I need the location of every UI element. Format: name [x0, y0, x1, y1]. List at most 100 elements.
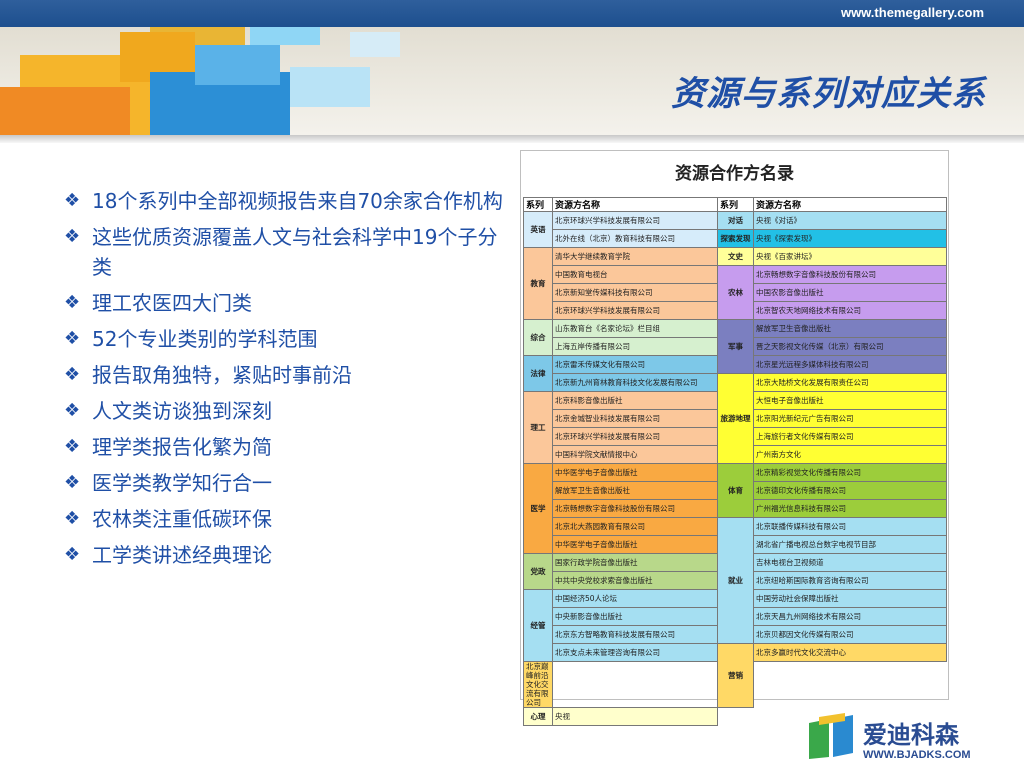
partner-name-cell: 广州南方文化	[753, 445, 947, 464]
top-bar: www.themegallery.com	[0, 0, 1024, 27]
partner-name-cell: 北京智农天地网络技术有限公司	[753, 301, 947, 320]
partner-name-cell: 北京新知堂传媒科技有限公司	[552, 283, 718, 302]
partner-name-cell: 解放军卫生音像出版社	[552, 481, 718, 500]
table-row: 北京支点未来管理咨询有限公司 营销 北京多赢时代文化交流中心	[524, 643, 947, 708]
diamond-bullet-icon: ❖	[64, 400, 81, 421]
series-cell: 英语	[523, 211, 553, 248]
series-cell: 对话	[717, 211, 754, 230]
bullet-item: ❖ 这些优质资源覆盖人文与社会科学中19个子分类	[64, 222, 504, 282]
series-cell: 探索发现	[717, 229, 754, 248]
partner-name-cell: 中共中央党校求索音像出版社	[552, 571, 718, 590]
partner-name-cell: 北京环球兴学科技发展有限公司	[552, 301, 718, 320]
table-row: 北京新九州育林教育科技文化发展有限公司 旅游地理 北京大陆桥文化发展有限责任公司	[524, 373, 947, 464]
partner-name-cell: 央视《探索发现》	[753, 229, 947, 248]
partner-name-cell: 北京环球兴学科技发展有限公司	[552, 427, 718, 446]
series-cell: 农林	[717, 265, 754, 320]
partner-name-cell: 中华医学电子音像出版社	[552, 463, 718, 482]
bullet-text: 报告取角独特，紧贴时事前沿	[92, 363, 352, 387]
series-cell: 综合	[523, 319, 553, 356]
diamond-bullet-icon: ❖	[64, 472, 81, 493]
bullet-item: ❖ 52个专业类别的学科范围	[64, 324, 504, 354]
bullet-text: 52个专业类别的学科范围	[92, 327, 318, 351]
bullet-text: 人文类访谈独到深刻	[92, 399, 272, 423]
bullet-text: 这些优质资源覆盖人文与社会科学中19个子分类	[92, 225, 498, 279]
partner-table: 系列 资源方名称 系列 资源方名称 英语 北京环球兴学科技发展有限公司 对话 央视《对…	[523, 197, 947, 726]
col-header-series-left: 系列	[523, 197, 553, 212]
series-cell: 经管	[523, 589, 553, 662]
partner-name-cell: 中华医学电子音像出版社	[552, 535, 718, 554]
company-logo: 爱迪科森 WWW.BJADKS.COM	[805, 707, 990, 767]
partner-name-cell: 北京支点未来管理咨询有限公司	[552, 643, 718, 662]
series-cell: 心理	[523, 707, 553, 726]
partner-name-cell: 北京德印文化传播有限公司	[753, 481, 947, 500]
bullet-item: ❖ 农林类注重低碳环保	[64, 504, 504, 534]
partner-name-cell: 中国科学院文献情报中心	[552, 445, 718, 464]
table-header-row: 系列 资源方名称 系列 资源方名称	[523, 197, 947, 212]
partner-name-cell: 中国经济50人论坛	[552, 589, 718, 608]
partner-name-cell: 北京精彩视觉文化传播有限公司	[753, 463, 947, 482]
partner-name-cell: 大恒电子音像出版社	[753, 391, 947, 410]
partner-name-cell: 北京贝都因文化传媒有限公司	[753, 625, 947, 644]
partner-name-cell: 上海五岸传播有限公司	[552, 337, 718, 356]
partner-name-cell: 北京多赢时代文化交流中心	[753, 643, 947, 662]
diamond-bullet-icon: ❖	[64, 364, 81, 385]
book-logo-icon	[809, 713, 853, 759]
table-title: 资源合作方名录	[675, 164, 794, 184]
table-row: 教育 清华大学继续教育学院 文史 央视《百家讲坛》	[523, 247, 947, 320]
diamond-bullet-icon: ❖	[64, 508, 81, 529]
series-cell: 文史	[717, 247, 754, 266]
site-url: www.themegallery.com	[840, 5, 984, 20]
series-cell: 营销	[717, 643, 754, 708]
partner-name-cell: 北京畅想数字音像科技股份有限公司	[552, 499, 718, 518]
partner-name-cell: 山东教育台《名家论坛》栏目组	[552, 319, 718, 338]
bullet-item: ❖ 18个系列中全部视频报告来自70余家合作机构	[64, 186, 504, 216]
partner-name-cell: 晋之天影视文化传媒（北京）有限公司	[753, 337, 947, 356]
partner-name-cell: 吉林电视台卫视频道	[753, 553, 947, 572]
partner-name-cell: 清华大学继续教育学院	[552, 247, 718, 266]
partner-name-cell: 北京科影音像出版社	[552, 391, 718, 410]
partner-name-cell: 解放军卫生音像出版社	[753, 319, 947, 338]
bullet-text: 工学类讲述经典理论	[92, 543, 272, 567]
bullet-text: 理工农医四大门类	[92, 291, 252, 315]
partner-name-cell: 中国教育电视台	[552, 265, 718, 284]
table-row: 综合 山东教育台《名家论坛》栏目组 军事 解放军卫生音像出版社	[523, 319, 947, 374]
bullet-text: 18个系列中全部视频报告来自70余家合作机构	[92, 189, 503, 213]
diamond-bullet-icon: ❖	[64, 328, 81, 349]
series-cell: 就业	[717, 517, 754, 644]
partner-name-cell: 北京星光远程多媒体科技有限公司	[753, 355, 947, 374]
partner-name-cell: 北京雷禾传媒文化有限公司	[552, 355, 718, 374]
partner-name-cell: 北京北大燕园教育有限公司	[552, 517, 718, 536]
diamond-bullet-icon: ❖	[64, 544, 81, 565]
bullet-item: ❖ 报告取角独特，紧贴时事前沿	[64, 360, 504, 390]
table-row: 英语 北京环球兴学科技发展有限公司 对话 央视《对话》	[523, 211, 947, 248]
partner-name-cell: 上海旅行者文化传媒有限公司	[753, 427, 947, 446]
series-cell: 党政	[523, 553, 553, 590]
slide-title: 资源与系列对应关系	[671, 74, 986, 114]
col-header-name-right: 资源方名称	[753, 197, 947, 212]
logo-url: WWW.BJADKS.COM	[863, 749, 971, 761]
diamond-bullet-icon: ❖	[64, 292, 81, 313]
series-cell: 体育	[717, 463, 754, 518]
partner-name-cell: 北京新九州育林教育科技文化发展有限公司	[552, 373, 718, 392]
partner-name-cell: 北京大陆桥文化发展有限责任公司	[753, 373, 947, 392]
bullet-list: ❖ 18个系列中全部视频报告来自70余家合作机构 ❖ 这些优质资源覆盖人文与社会科学中…	[64, 186, 504, 576]
partner-name-cell: 北京天昌九州网络技术有限公司	[753, 607, 947, 626]
table-row: 北外在线（北京）教育科技有限公司 探索发现 央视《探索发现》	[524, 229, 947, 248]
col-header-name-left: 资源方名称	[552, 197, 718, 212]
bullet-item: ❖ 理工农医四大门类	[64, 288, 504, 318]
series-cell: 医学	[523, 463, 553, 554]
partner-name-cell: 中国农影音像出版社	[753, 283, 947, 302]
partner-name-cell: 北京阳光新纪元广告有限公司	[753, 409, 947, 428]
bullet-item: ❖ 医学类教学知行合一	[64, 468, 504, 498]
series-cell: 军事	[717, 319, 754, 374]
partner-name-cell: 北京联播传媒科技有限公司	[753, 517, 947, 536]
series-cell: 教育	[523, 247, 553, 320]
partner-name-cell: 北京纽哈斯国际教育咨询有限公司	[753, 571, 947, 590]
partner-name-cell: 央视《对话》	[753, 211, 947, 230]
partner-name-cell: 北京畅想数字音像科技股份有限公司	[753, 265, 947, 284]
bullet-item: ❖ 理学类报告化繁为简	[64, 432, 504, 462]
partner-name-cell: 北京环球兴学科技发展有限公司	[552, 211, 718, 230]
diamond-bullet-icon: ❖	[64, 226, 81, 247]
partner-table-image: 资源合作方名录 系列 资源方名称 系列 资源方名称 英语 北京环球兴学科技发展有限…	[520, 150, 949, 726]
partner-name-cell: 国家行政学院音像出版社	[552, 553, 718, 572]
